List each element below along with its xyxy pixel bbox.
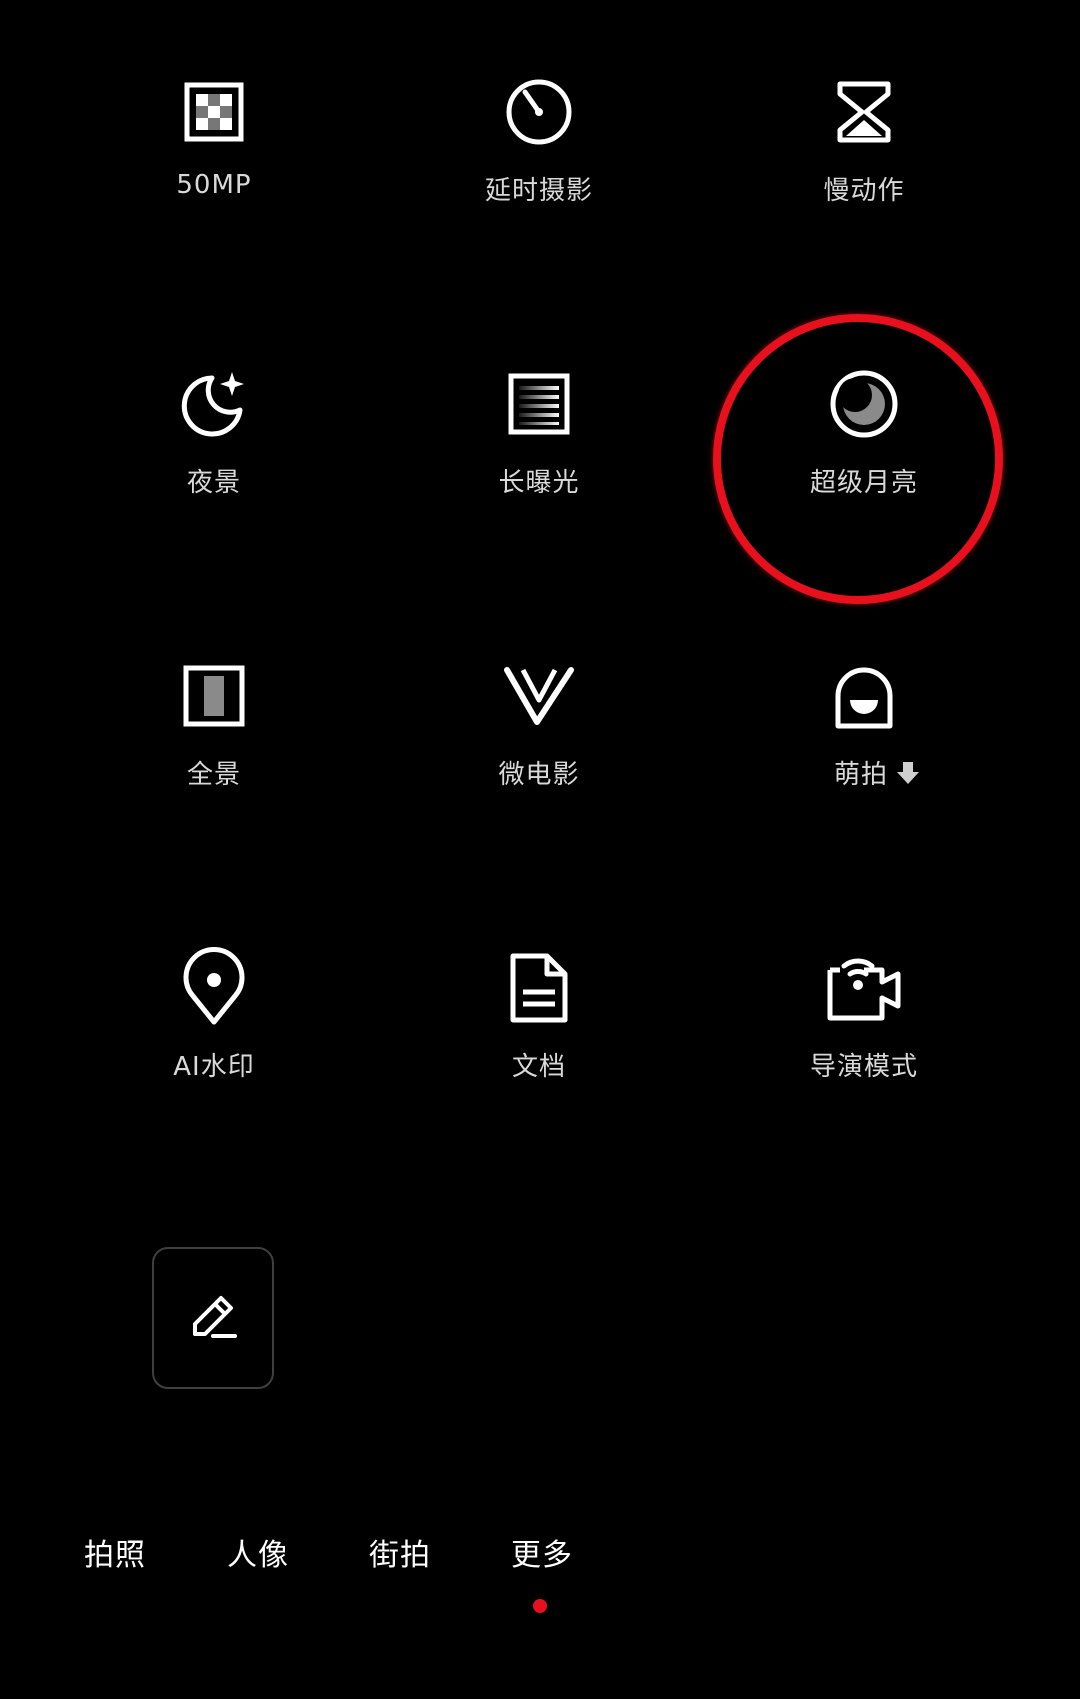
tab-portrait[interactable]: 人像: [227, 1530, 289, 1574]
timer-icon: [499, 72, 579, 152]
mode-label-with-download: 萌拍: [806, 754, 922, 791]
mode-super-moon[interactable]: 超级月亮: [714, 364, 1014, 499]
mode-director[interactable]: 导演模式: [714, 948, 1014, 1083]
director-camera-icon: [824, 948, 904, 1028]
active-tab-indicator: [533, 1599, 547, 1613]
mode-vlog[interactable]: 微电影: [389, 656, 689, 791]
mode-label: 延时摄影: [484, 176, 593, 206]
mode-document[interactable]: 文档: [389, 948, 689, 1083]
mode-cute[interactable]: 萌拍: [714, 656, 1014, 791]
mode-label: 50MP: [176, 170, 252, 200]
mode-label: 全景: [186, 760, 241, 790]
mode-label: 萌拍: [833, 760, 888, 790]
hourglass-icon: [824, 72, 904, 152]
mode-label: 夜景: [186, 468, 241, 498]
super-moon-icon: [824, 364, 904, 444]
pencil-icon: [183, 1286, 243, 1350]
edit-modes-button[interactable]: [152, 1247, 274, 1389]
tab-more[interactable]: 更多: [511, 1530, 573, 1574]
mode-tab-bar: 拍照 人像 街拍 更多: [0, 1530, 1080, 1610]
mode-slowmo[interactable]: 慢动作: [714, 72, 1014, 207]
mode-label: 微电影: [498, 760, 580, 790]
mode-50mp[interactable]: 50MP: [64, 72, 364, 200]
mode-night[interactable]: 夜景: [64, 364, 364, 499]
long-exposure-icon: [499, 364, 579, 444]
cute-face-icon: [824, 656, 904, 736]
mode-ai-watermark[interactable]: AI水印: [64, 946, 364, 1083]
mode-label: 导演模式: [809, 1052, 918, 1082]
mode-label: AI水印: [173, 1052, 255, 1082]
tab-photo[interactable]: 拍照: [84, 1530, 146, 1574]
grid-pixel-icon: [174, 72, 254, 152]
panorama-icon: [174, 656, 254, 736]
mode-timelapse[interactable]: 延时摄影: [389, 72, 689, 207]
mode-panorama[interactable]: 全景: [64, 656, 364, 791]
mode-label: 长曝光: [498, 468, 580, 498]
mode-long-exposure[interactable]: 长曝光: [389, 364, 689, 499]
mode-label: 文档: [511, 1052, 566, 1082]
download-arrow-icon: [894, 759, 922, 787]
mode-label: 超级月亮: [809, 468, 918, 498]
document-icon: [499, 948, 579, 1028]
v-icon: [499, 656, 579, 736]
mode-label: 慢动作: [823, 176, 905, 206]
location-pin-icon: [174, 946, 254, 1028]
moon-star-icon: [174, 364, 254, 444]
camera-mode-grid: 50MP 延时摄影 慢动作 夜景 长曝光 超级月亮 全景 微电影 萌拍 AI水印…: [0, 0, 1080, 1200]
tab-street[interactable]: 街拍: [369, 1530, 431, 1574]
